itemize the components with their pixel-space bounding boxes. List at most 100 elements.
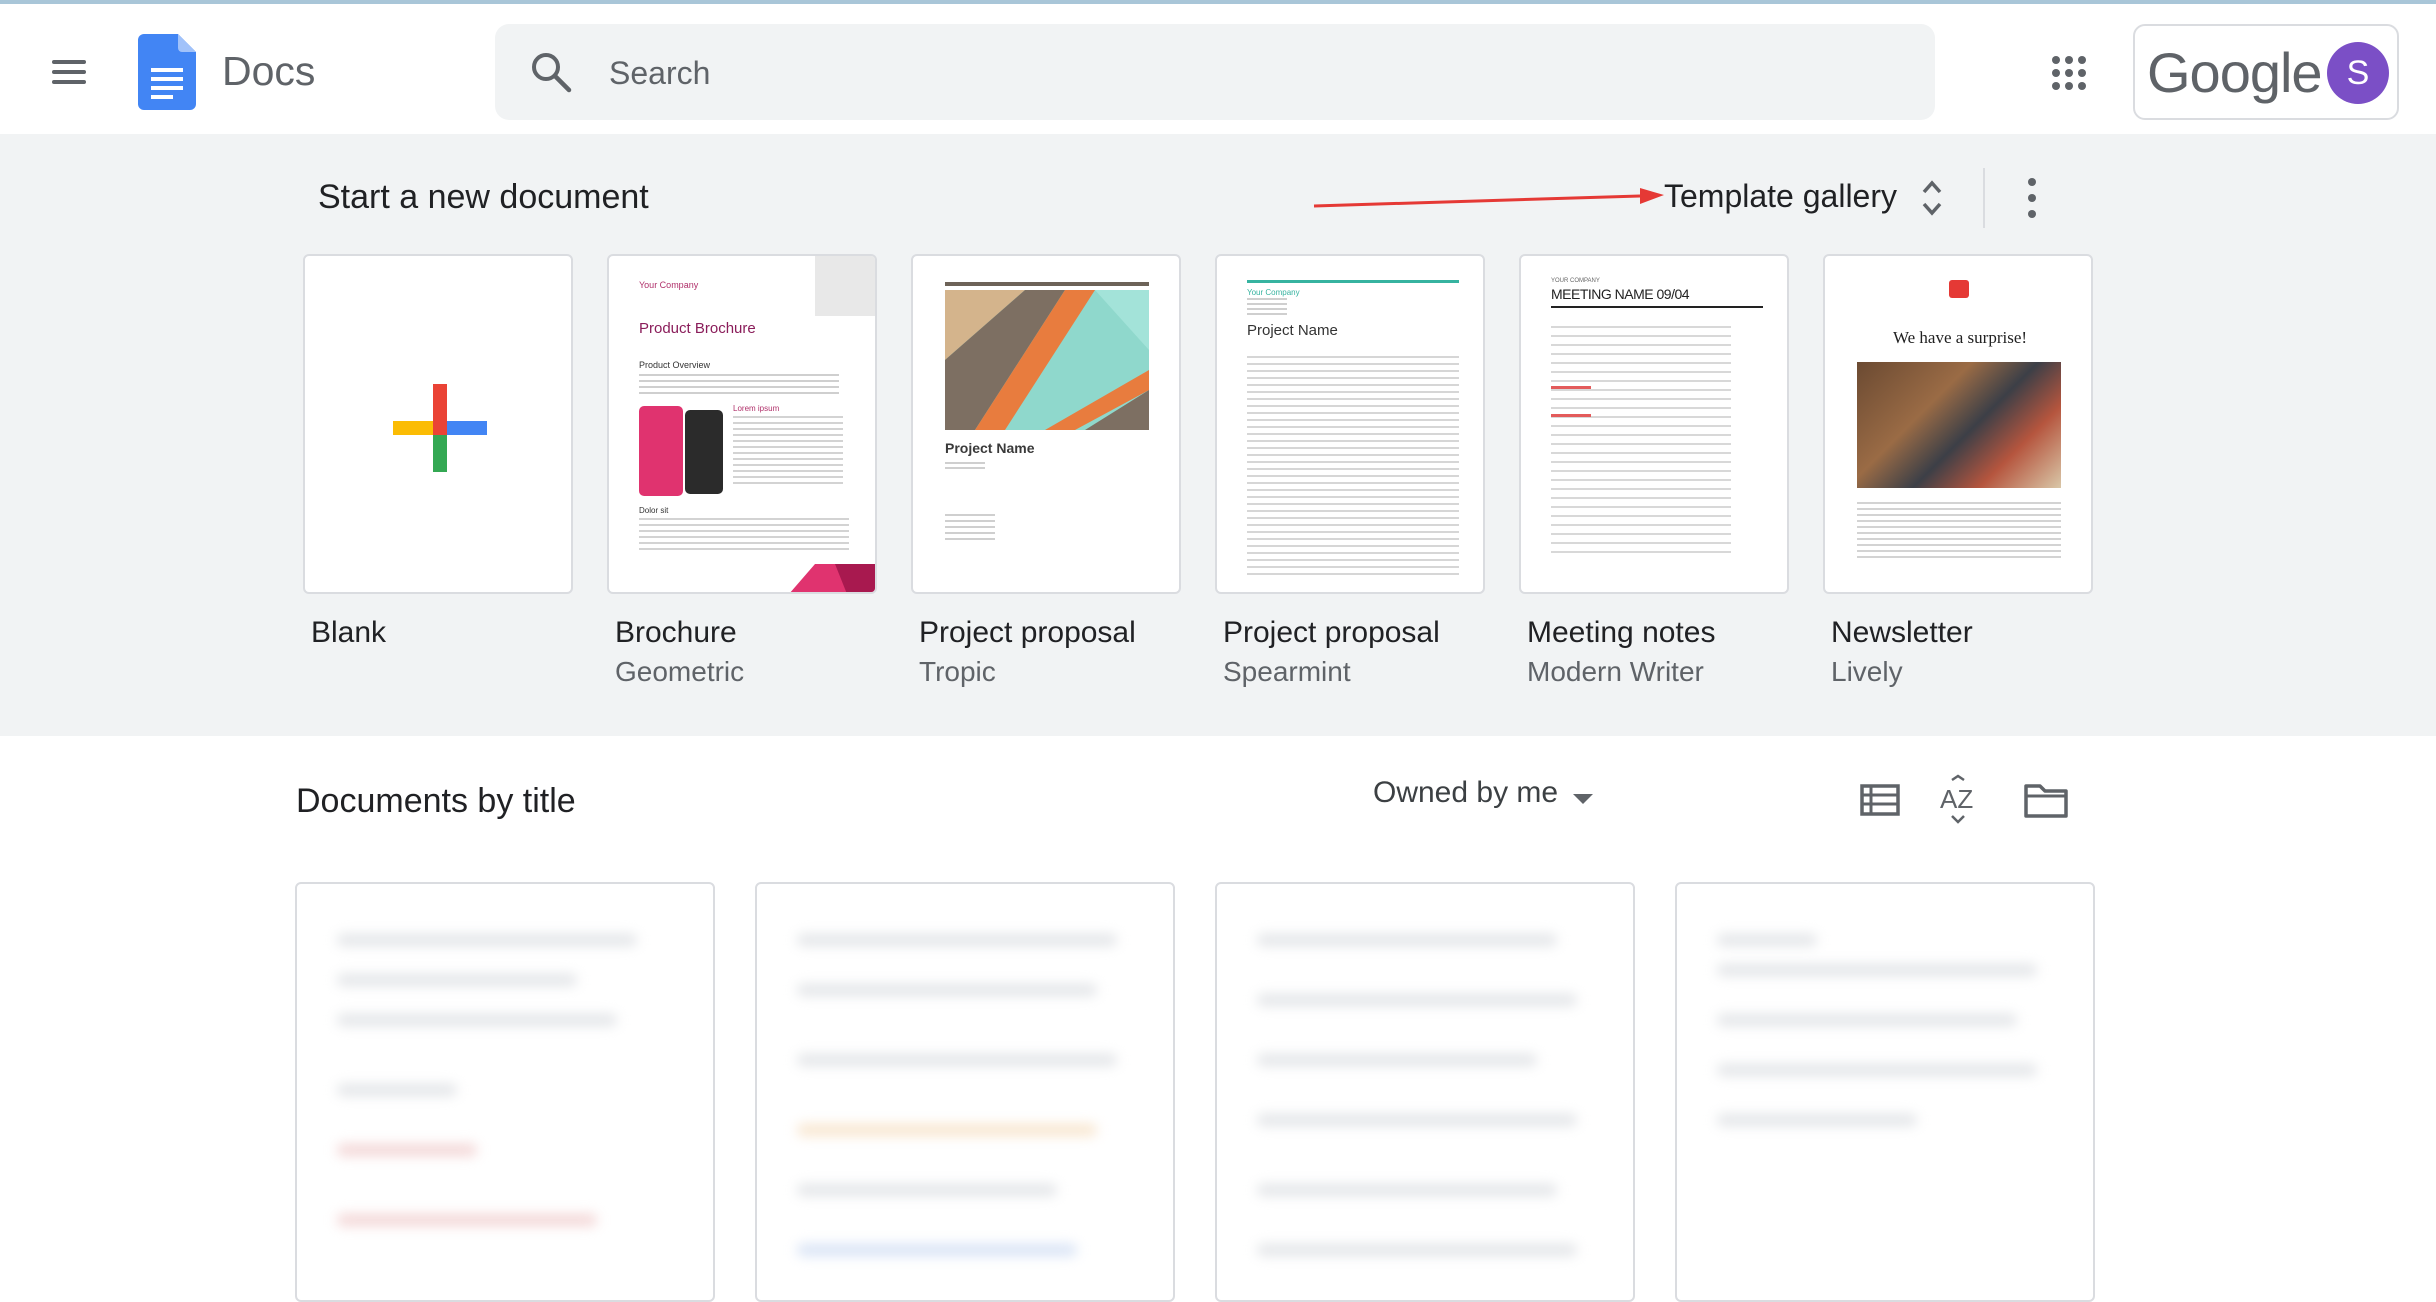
blurred-content: [1717, 934, 1817, 946]
search-input[interactable]: [607, 46, 1891, 100]
template-project-proposal-spearmint[interactable]: Your Company Project Name Project propos…: [1215, 254, 1485, 688]
tropic-top-rule: [945, 282, 1149, 286]
template-name: Project proposal: [919, 616, 1136, 649]
app-title[interactable]: Docs: [222, 48, 315, 95]
blurred-content: [1257, 1184, 1557, 1196]
document-card[interactable]: [1215, 882, 1635, 1302]
blurred-content: [337, 1144, 477, 1156]
main-menu-button[interactable]: [48, 56, 92, 88]
apps-dot: [2065, 82, 2073, 90]
template-thumbnail[interactable]: Your Company Project Name: [1215, 254, 1485, 594]
meeting-title: MEETING NAME 09/04: [1551, 286, 1690, 302]
blurred-content: [797, 1124, 1097, 1136]
more-vert-icon-dot: [2028, 210, 2036, 218]
document-card[interactable]: [295, 882, 715, 1302]
menu-icon-bar: [52, 70, 86, 74]
template-meeting-notes[interactable]: YOUR COMPANY MEETING NAME 09/04 Meeting …: [1519, 254, 1789, 688]
apps-dot: [2065, 69, 2073, 77]
blurred-content: [1257, 934, 1557, 946]
template-name: Project proposal: [1223, 616, 1440, 649]
tropic-geometric-image: [945, 290, 1149, 430]
blurred-content: [337, 934, 637, 946]
blurred-content: [797, 1184, 1057, 1196]
meeting-accent: [1551, 414, 1591, 417]
template-strip: Start a new document Template gallery Bl…: [0, 134, 2436, 736]
plus-icon: [393, 384, 487, 472]
blurred-content: [1717, 1114, 1917, 1126]
template-thumbnail[interactable]: YOUR COMPANY MEETING NAME 09/04: [1519, 254, 1789, 594]
tropic-text-lines: [945, 462, 985, 470]
template-gallery-label: Template gallery: [1664, 178, 1897, 214]
annotation-arrow-icon: [1313, 188, 1664, 208]
blurred-content: [1717, 964, 2037, 976]
heart-icon: [1949, 280, 1969, 298]
template-thumbnail[interactable]: [303, 254, 573, 594]
apps-dot: [2078, 82, 2086, 90]
list-view-icon[interactable]: [1852, 772, 1908, 828]
folder-icon[interactable]: [2018, 772, 2074, 828]
owner-filter-dropdown[interactable]: Owned by me: [1373, 776, 1593, 824]
apps-grid-icon[interactable]: [2052, 56, 2086, 90]
top-app-bar: Docs Google S: [0, 4, 2436, 134]
more-vert-icon-dot: [2028, 194, 2036, 202]
template-brochure[interactable]: Your Company Product Brochure Product Ov…: [607, 254, 877, 688]
blurred-content: [797, 984, 1097, 996]
spearmint-company: Your Company: [1247, 288, 1300, 297]
search-icon[interactable]: [529, 50, 573, 94]
template-project-proposal-tropic[interactable]: Project Name Project proposal Tropic: [911, 254, 1181, 688]
document-card[interactable]: [755, 882, 1175, 1302]
documents-heading: Documents by title: [296, 782, 576, 820]
toolbar-divider: [1983, 168, 1985, 228]
newsletter-title: We have a surprise!: [1892, 328, 2028, 347]
blurred-content: [337, 974, 577, 986]
template-subtitle: Geometric: [615, 656, 745, 687]
meeting-body-lines: [1551, 326, 1731, 556]
owner-filter-label: Owned by me: [1373, 776, 1559, 809]
meeting-rule: [1551, 306, 1763, 308]
blurred-content: [1257, 994, 1577, 1006]
documents-section: Documents by title Owned by me AZ: [0, 736, 2436, 1302]
newsletter-photo: [1857, 362, 2061, 488]
sort-az-icon[interactable]: AZ: [1934, 772, 1990, 828]
template-thumbnail[interactable]: Project Name: [911, 254, 1181, 594]
template-subtitle: Modern Writer: [1527, 656, 1704, 687]
avatar[interactable]: S: [2327, 42, 2389, 104]
template-name: Meeting notes: [1527, 616, 1716, 649]
newsletter-text-lines: [1857, 502, 2061, 562]
template-blank[interactable]: Blank: [303, 254, 573, 656]
blurred-content: [797, 1244, 1077, 1256]
blurred-content: [1717, 1064, 2037, 1076]
template-thumbnail[interactable]: Your Company Product Brochure Product Ov…: [607, 254, 877, 594]
start-new-document-heading: Start a new document: [318, 178, 649, 216]
document-card[interactable]: [1675, 882, 2095, 1302]
brochure-bottom-shapes: [790, 564, 875, 592]
blurred-content: [797, 934, 1117, 946]
sort-chevrons-icon: [1922, 180, 1942, 216]
template-name: Brochure: [615, 616, 737, 649]
menu-icon: [52, 60, 86, 64]
more-options-button[interactable]: [2016, 172, 2046, 224]
spearmint-body-lines: [1247, 356, 1459, 576]
blurred-content: [337, 1084, 457, 1096]
template-newsletter[interactable]: We have a surprise! Newsletter Lively: [1823, 254, 2093, 688]
template-thumbnail[interactable]: We have a surprise!: [1823, 254, 2093, 594]
template-name: Blank: [311, 616, 387, 649]
search-bar[interactable]: [495, 24, 1935, 120]
tropic-text-lines: [945, 514, 995, 540]
template-name: Newsletter: [1831, 616, 1973, 649]
blurred-content: [337, 1014, 617, 1026]
blurred-content: [797, 1054, 1117, 1066]
meeting-company: YOUR COMPANY: [1551, 278, 1600, 284]
spearmint-text-lines: [1247, 298, 1287, 316]
account-button[interactable]: Google S: [2133, 24, 2399, 120]
meeting-accent: [1551, 386, 1591, 389]
blurred-content: [1257, 1114, 1577, 1126]
caret-down-icon: [1573, 794, 1593, 804]
docs-logo-icon[interactable]: [138, 34, 196, 110]
apps-dot: [2052, 82, 2060, 90]
apps-dot: [2078, 56, 2086, 64]
svg-text:AZ: AZ: [1940, 784, 1973, 814]
template-subtitle: Tropic: [919, 656, 996, 687]
blurred-content: [1717, 1014, 2017, 1026]
apps-dot: [2078, 69, 2086, 77]
